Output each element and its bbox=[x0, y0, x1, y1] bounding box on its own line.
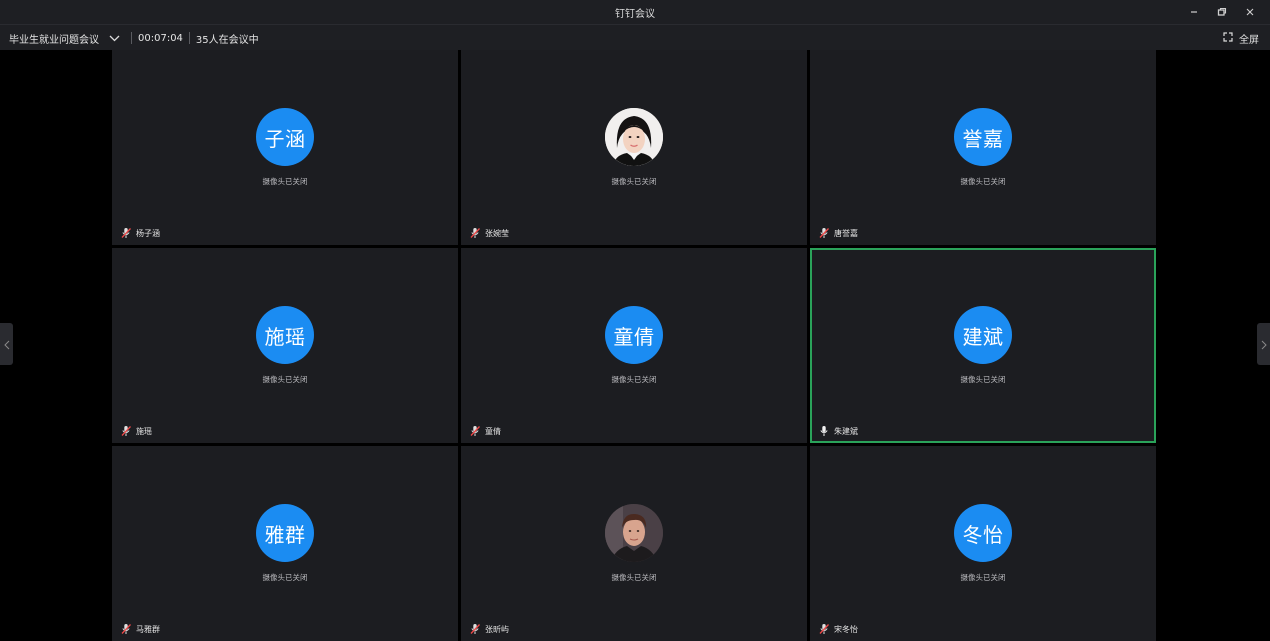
mic-on-icon bbox=[820, 426, 828, 436]
camera-status: 摄像头已关闭 bbox=[960, 573, 1006, 582]
participant-nametag: 张昕屿 bbox=[469, 623, 509, 635]
fullscreen-button[interactable]: 全屏 bbox=[1223, 25, 1259, 51]
participant-name: 张婉莹 bbox=[485, 228, 509, 238]
participant-avatar: 雅群 bbox=[256, 504, 314, 562]
participant-nametag: 朱建斌 bbox=[818, 425, 858, 437]
camera-status: 摄像头已关闭 bbox=[611, 375, 657, 384]
participant-avatar-photo bbox=[605, 504, 663, 562]
restore-icon[interactable] bbox=[1208, 0, 1236, 24]
participant-tile-active-speaker[interactable]: 建斌 摄像头已关闭 朱建斌 bbox=[810, 248, 1156, 443]
participant-tile[interactable]: 施瑶 摄像头已关闭 施瑶 bbox=[112, 248, 458, 443]
close-icon[interactable] bbox=[1236, 0, 1264, 24]
participant-count: 35人在会议中 bbox=[195, 34, 259, 46]
participant-name: 宋冬怡 bbox=[834, 624, 858, 634]
fullscreen-icon bbox=[1223, 31, 1233, 45]
participant-nametag: 童倩 bbox=[469, 425, 501, 437]
camera-status: 摄像头已关闭 bbox=[262, 375, 308, 384]
participant-nametag: 唐誉嘉 bbox=[818, 227, 858, 239]
chevron-right-icon bbox=[1261, 335, 1267, 354]
participant-avatar: 童倩 bbox=[605, 306, 663, 364]
participant-avatar: 子涵 bbox=[256, 108, 314, 166]
participant-name: 马雅群 bbox=[136, 624, 160, 634]
chevron-left-icon bbox=[3, 335, 10, 354]
fullscreen-label: 全屏 bbox=[1239, 34, 1259, 46]
meeting-duration: 00:07:04 bbox=[138, 32, 183, 44]
participant-name: 施瑶 bbox=[136, 426, 152, 436]
participant-grid: 子涵 摄像头已关闭 杨子涵 摄像头已关闭 张婉莹 誉嘉 摄像头已关闭 唐誉嘉 施… bbox=[112, 50, 1156, 641]
camera-status: 摄像头已关闭 bbox=[960, 375, 1006, 384]
participant-tile[interactable]: 童倩 摄像头已关闭 童倩 bbox=[461, 248, 807, 443]
minimize-icon[interactable] bbox=[1180, 0, 1208, 24]
mic-muted-icon bbox=[470, 624, 480, 634]
participant-tile[interactable]: 摄像头已关闭 张昕屿 bbox=[461, 446, 807, 641]
video-stage: 子涵 摄像头已关闭 杨子涵 摄像头已关闭 张婉莹 誉嘉 摄像头已关闭 唐誉嘉 施… bbox=[0, 50, 1270, 641]
participant-tile[interactable]: 子涵 摄像头已关闭 杨子涵 bbox=[112, 50, 458, 245]
camera-status: 摄像头已关闭 bbox=[611, 573, 657, 582]
participant-avatar: 施瑶 bbox=[256, 306, 314, 364]
mic-muted-icon bbox=[121, 228, 131, 238]
mic-muted-icon bbox=[121, 426, 131, 436]
participant-avatar: 冬怡 bbox=[954, 504, 1012, 562]
chevron-down-icon bbox=[107, 31, 121, 45]
mic-muted-icon bbox=[819, 228, 829, 238]
participant-name: 童倩 bbox=[485, 426, 501, 436]
camera-status: 摄像头已关闭 bbox=[960, 177, 1006, 186]
mic-muted-icon bbox=[470, 426, 480, 436]
mic-muted-icon bbox=[819, 624, 829, 634]
participant-name: 朱建斌 bbox=[834, 426, 858, 436]
participant-avatar: 建斌 bbox=[954, 306, 1012, 364]
camera-status: 摄像头已关闭 bbox=[611, 177, 657, 186]
participant-tile[interactable]: 摄像头已关闭 张婉莹 bbox=[461, 50, 807, 245]
participant-nametag: 施瑶 bbox=[120, 425, 152, 437]
meeting-info-bar: 毕业生就业问题会议 00:07:04 35人在会议中 全屏 bbox=[0, 24, 1270, 51]
woman-portrait-photo bbox=[605, 108, 663, 166]
participant-avatar: 誉嘉 bbox=[954, 108, 1012, 166]
divider bbox=[131, 32, 132, 44]
participant-tile[interactable]: 誉嘉 摄像头已关闭 唐誉嘉 bbox=[810, 50, 1156, 245]
man-portrait-photo bbox=[605, 504, 663, 562]
meeting-name-dropdown[interactable]: 毕业生就业问题会议 bbox=[9, 31, 121, 46]
participant-nametag: 马雅群 bbox=[120, 623, 160, 635]
participant-nametag: 张婉莹 bbox=[469, 227, 509, 239]
camera-status: 摄像头已关闭 bbox=[262, 573, 308, 582]
mic-muted-icon bbox=[121, 624, 131, 634]
window-titlebar: 钉钉会议 bbox=[0, 0, 1270, 24]
prev-page-button[interactable] bbox=[0, 323, 13, 365]
divider bbox=[188, 32, 190, 44]
participant-tile[interactable]: 冬怡 摄像头已关闭 宋冬怡 bbox=[810, 446, 1156, 641]
participant-name: 杨子涵 bbox=[136, 228, 160, 238]
participant-name: 唐誉嘉 bbox=[834, 228, 858, 238]
participant-nametag: 宋冬怡 bbox=[818, 623, 858, 635]
participant-avatar-photo bbox=[605, 108, 663, 166]
participant-name: 张昕屿 bbox=[485, 624, 509, 634]
mic-muted-icon bbox=[470, 228, 480, 238]
participant-tile[interactable]: 雅群 摄像头已关闭 马雅群 bbox=[112, 446, 458, 641]
camera-status: 摄像头已关闭 bbox=[262, 177, 308, 186]
meeting-name: 毕业生就业问题会议 bbox=[9, 34, 99, 46]
participant-nametag: 杨子涵 bbox=[120, 227, 160, 239]
window-title: 钉钉会议 bbox=[615, 8, 655, 20]
next-page-button[interactable] bbox=[1257, 323, 1270, 365]
window-controls bbox=[1180, 0, 1264, 24]
